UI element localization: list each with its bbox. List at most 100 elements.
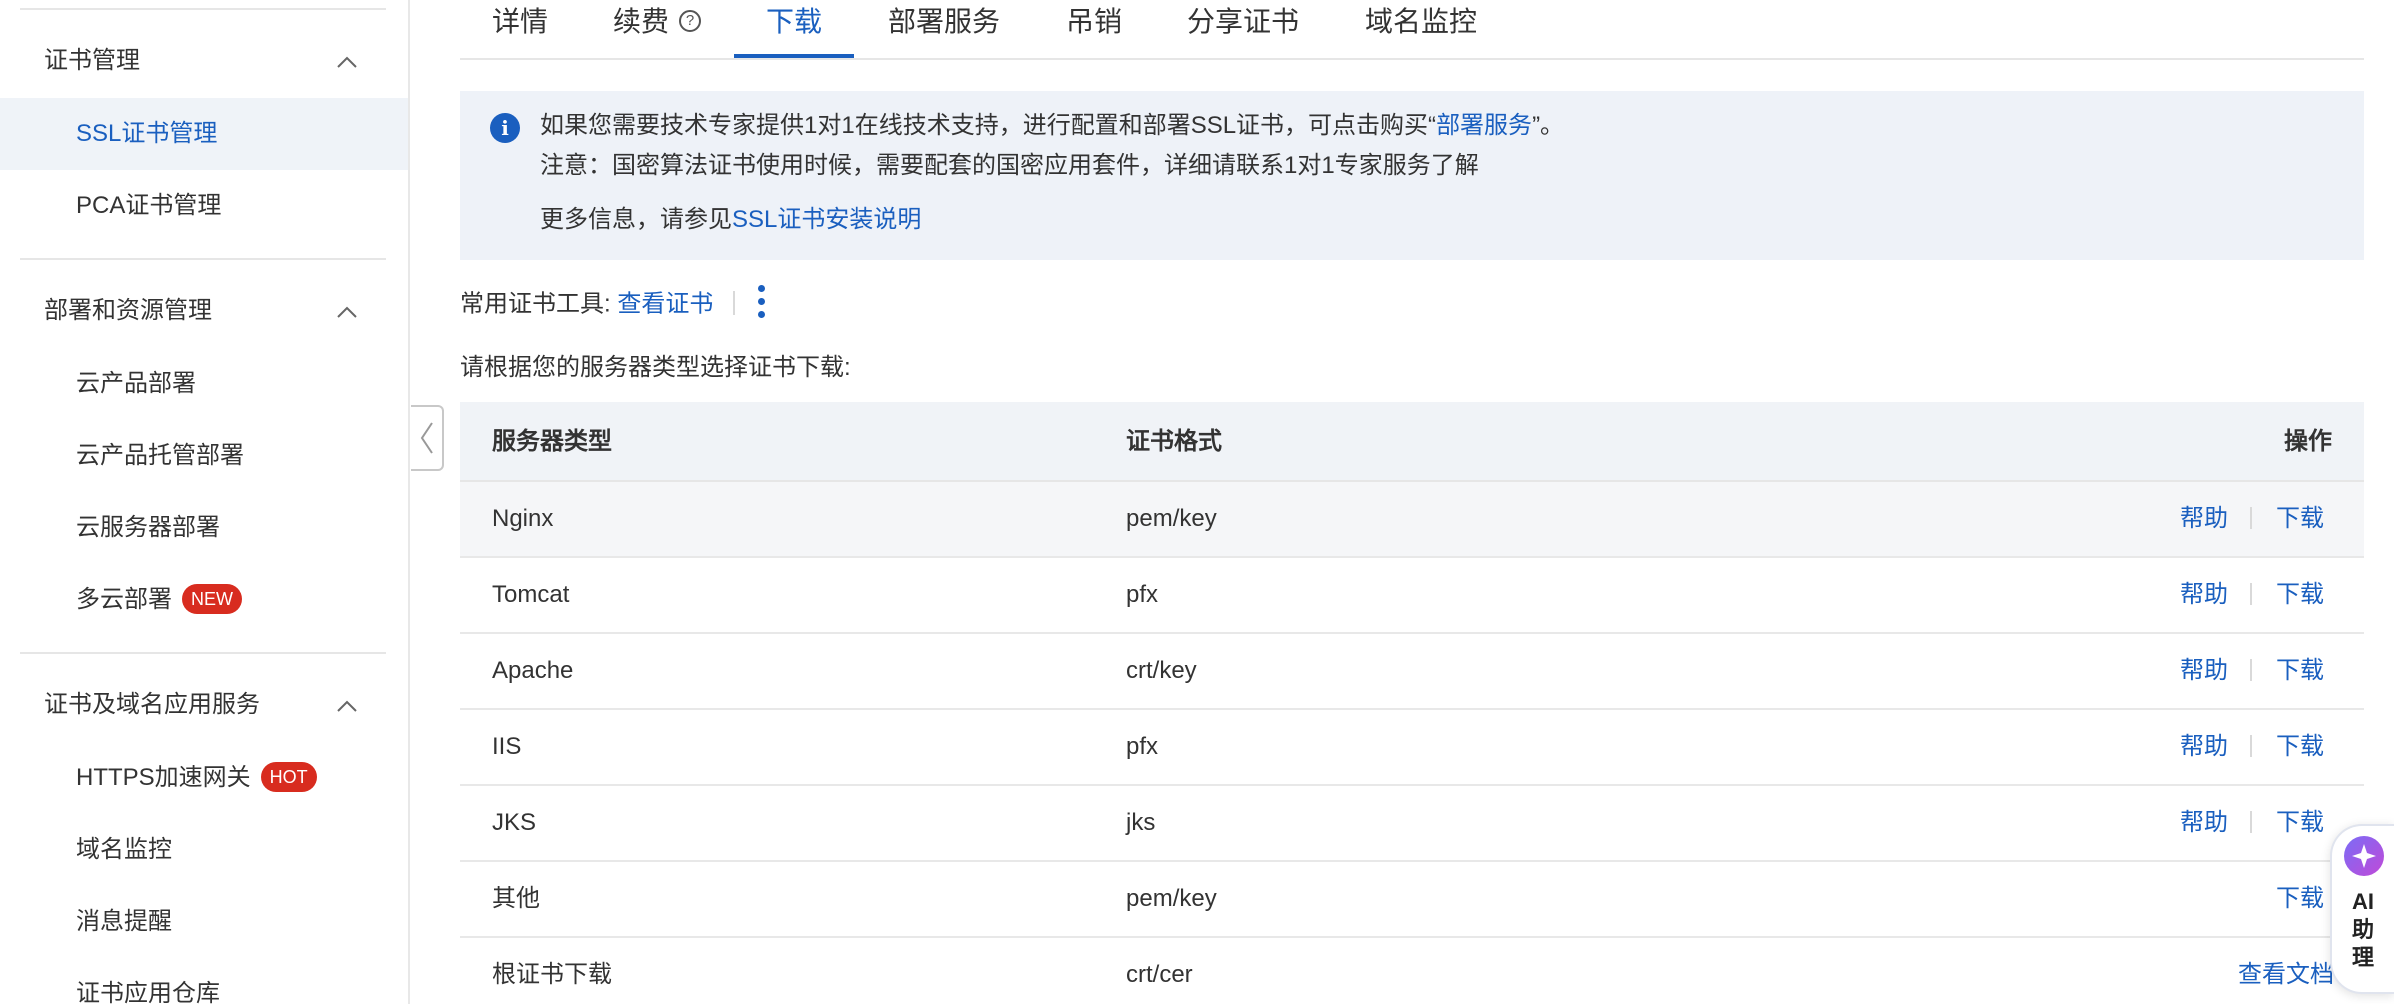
tab-deploy-service[interactable]: 部署服务 — [888, 0, 1000, 60]
help-link[interactable]: 帮助 — [2180, 809, 2228, 836]
sparkle-icon — [2344, 836, 2384, 876]
table-row: 其他 pem/key 下载 — [460, 862, 2364, 938]
sidebar-divider — [20, 652, 386, 654]
server-type-cell: IIS — [492, 733, 522, 760]
divider — [733, 291, 736, 315]
tab-renew[interactable]: 续费? — [613, 0, 702, 60]
column-header-server-type: 服务器类型 — [492, 428, 612, 455]
help-link[interactable]: 帮助 — [2180, 581, 2228, 608]
server-type-cell: JKS — [492, 809, 537, 836]
notice-line-2: 注意：国密算法证书使用时候，需要配套的国密应用套件，详细请联系1对1专家服务了解 — [540, 152, 1479, 179]
tab-domain-monitor[interactable]: 域名监控 — [1365, 0, 1477, 60]
download-link[interactable]: 下载 — [2276, 657, 2324, 684]
notice-line-3: 更多信息，请参见SSL证书安装说明 — [540, 205, 921, 235]
cert-format-cell: pem/key — [1126, 885, 1217, 912]
cert-format-cell: crt/cer — [1126, 961, 1193, 988]
tab-active-indicator — [734, 54, 854, 58]
table-row: Nginx pem/key 帮助 下载 — [460, 482, 2364, 558]
sidebar-item-label: 证书应用仓库 — [76, 980, 220, 1004]
sidebar-item-cloud-product-deploy[interactable]: 云产品部署 — [0, 348, 408, 420]
cert-format-cell: pfx — [1126, 581, 1159, 608]
cert-tools-label: 常用证书工具: — [460, 290, 611, 318]
tab-label: 部署服务 — [888, 6, 1001, 37]
notice-line-1: 如果您需要技术专家提供1对1在线技术支持，进行配置和部署SSL证书，可点击购买“… — [540, 111, 1564, 141]
ai-assistant-button[interactable]: AI 助理 — [2330, 824, 2394, 994]
table-row: JKS jks 帮助 下载 — [460, 786, 2364, 862]
sidebar: 证书管理 SSL证书管理 PCA证书管理 部署和资源管理 云产品部署 云产品托管… — [0, 0, 410, 1004]
download-link[interactable]: 下载 — [2276, 505, 2324, 532]
sidebar-item-cloud-server-deploy[interactable]: 云服务器部署 — [0, 492, 408, 564]
sidebar-item-label: 消息提醒 — [76, 908, 172, 935]
sidebar-item-message-reminder[interactable]: 消息提醒 — [0, 886, 408, 958]
help-link[interactable]: 帮助 — [2180, 733, 2228, 760]
help-link[interactable]: 帮助 — [2180, 505, 2228, 532]
sidebar-item-label: 云产品托管部署 — [76, 442, 244, 469]
info-notice: i 如果您需要技术专家提供1对1在线技术支持，进行配置和部署SSL证书，可点击购… — [460, 91, 2364, 260]
hot-badge: HOT — [260, 761, 317, 792]
sidebar-item-label: 域名监控 — [76, 836, 172, 863]
tab-details[interactable]: 详情 — [492, 0, 548, 60]
more-vertical-icon[interactable] — [757, 285, 766, 319]
tab-label: 分享证书 — [1187, 6, 1300, 37]
column-header-actions: 操作 — [2284, 428, 2332, 455]
cert-tools-row: 常用证书工具: 查看证书 — [460, 285, 766, 322]
tab-bar: 详情 续费? 下载 部署服务 吊销 分享证书 域名监控 — [460, 0, 2364, 60]
tab-label: 详情 — [492, 6, 549, 37]
sidebar-item-domain-monitor[interactable]: 域名监控 — [0, 814, 408, 886]
tab-label: 域名监控 — [1365, 6, 1478, 37]
download-link[interactable]: 下载 — [2276, 733, 2324, 760]
cert-format-cell: pfx — [1126, 733, 1159, 760]
table-row: Tomcat pfx 帮助 下载 — [460, 558, 2364, 634]
sidebar-group-cert-management[interactable]: 证书管理 — [44, 46, 140, 76]
sidebar-item-label: 云服务器部署 — [76, 514, 220, 541]
sidebar-item-pca-cert-management[interactable]: PCA证书管理 — [0, 170, 408, 242]
sidebar-group-label: 证书及域名应用服务 — [44, 691, 260, 718]
sidebar-group-deploy-resource[interactable]: 部署和资源管理 — [44, 296, 212, 326]
sidebar-item-label: 多云部署 — [76, 586, 172, 613]
sidebar-group-cert-domain-services[interactable]: 证书及域名应用服务 — [44, 690, 260, 720]
server-type-cell: Nginx — [492, 505, 554, 532]
sidebar-collapse-button[interactable] — [411, 405, 444, 471]
chevron-up-icon[interactable] — [336, 301, 358, 323]
table-row: Apache crt/key 帮助 下载 — [460, 634, 2364, 710]
sidebar-item-ssl-cert-management[interactable]: SSL证书管理 — [0, 98, 408, 170]
view-docs-link[interactable]: 查看文档 — [2238, 961, 2334, 988]
download-hint: 请根据您的服务器类型选择证书下载: — [460, 354, 851, 381]
sidebar-group-label: 部署和资源管理 — [44, 297, 212, 324]
notice-text: 如果您需要技术专家提供1对1在线技术支持，进行配置和部署SSL证书，可点击购买“ — [540, 112, 1437, 139]
help-icon[interactable]: ? — [679, 9, 702, 32]
cert-format-cell: pem/key — [1126, 505, 1217, 532]
chevron-up-icon[interactable] — [336, 51, 358, 73]
server-type-cell: 根证书下载 — [492, 961, 612, 988]
table-row: IIS pfx 帮助 下载 — [460, 710, 2364, 786]
sidebar-item-https-gateway[interactable]: HTTPS加速网关 HOT — [0, 742, 408, 814]
sidebar-divider — [20, 8, 386, 10]
view-cert-link[interactable]: 查看证书 — [617, 290, 713, 317]
table-row: 根证书下载 crt/cer 查看文档 — [460, 938, 2364, 1004]
sidebar-item-cert-app-repo[interactable]: 证书应用仓库 — [0, 958, 408, 1004]
tab-revoke[interactable]: 吊销 — [1066, 0, 1122, 60]
sidebar-group-label: 证书管理 — [44, 47, 140, 74]
notice-text: 更多信息，请参见 — [540, 206, 732, 233]
row-actions: 帮助 下载 — [2180, 634, 2324, 708]
new-badge: NEW — [182, 583, 242, 614]
download-link[interactable]: 下载 — [2276, 885, 2324, 912]
info-icon: i — [490, 113, 520, 143]
tab-label: 下载 — [766, 6, 823, 37]
sidebar-item-label: HTTPS加速网关 — [76, 764, 251, 791]
tab-share-cert[interactable]: 分享证书 — [1187, 0, 1299, 60]
sidebar-item-label: 云产品部署 — [76, 370, 196, 397]
tab-download[interactable]: 下载 — [766, 0, 822, 60]
sidebar-item-multi-cloud-deploy[interactable]: 多云部署 NEW — [0, 564, 408, 636]
deploy-service-link[interactable]: 部署服务 — [1436, 112, 1532, 139]
download-link[interactable]: 下载 — [2276, 809, 2324, 836]
download-link[interactable]: 下载 — [2276, 581, 2324, 608]
row-actions: 帮助 下载 — [2180, 786, 2324, 860]
download-table: 服务器类型 证书格式 操作 Nginx pem/key 帮助 下载 Tomcat … — [460, 402, 2364, 1004]
sidebar-item-cloud-hosted-deploy[interactable]: 云产品托管部署 — [0, 420, 408, 492]
cert-format-cell: crt/key — [1126, 657, 1197, 684]
chevron-up-icon[interactable] — [336, 695, 358, 717]
help-link[interactable]: 帮助 — [2180, 657, 2228, 684]
install-guide-link[interactable]: SSL证书安装说明 — [732, 206, 921, 233]
row-actions: 查看文档 — [2238, 938, 2334, 1004]
